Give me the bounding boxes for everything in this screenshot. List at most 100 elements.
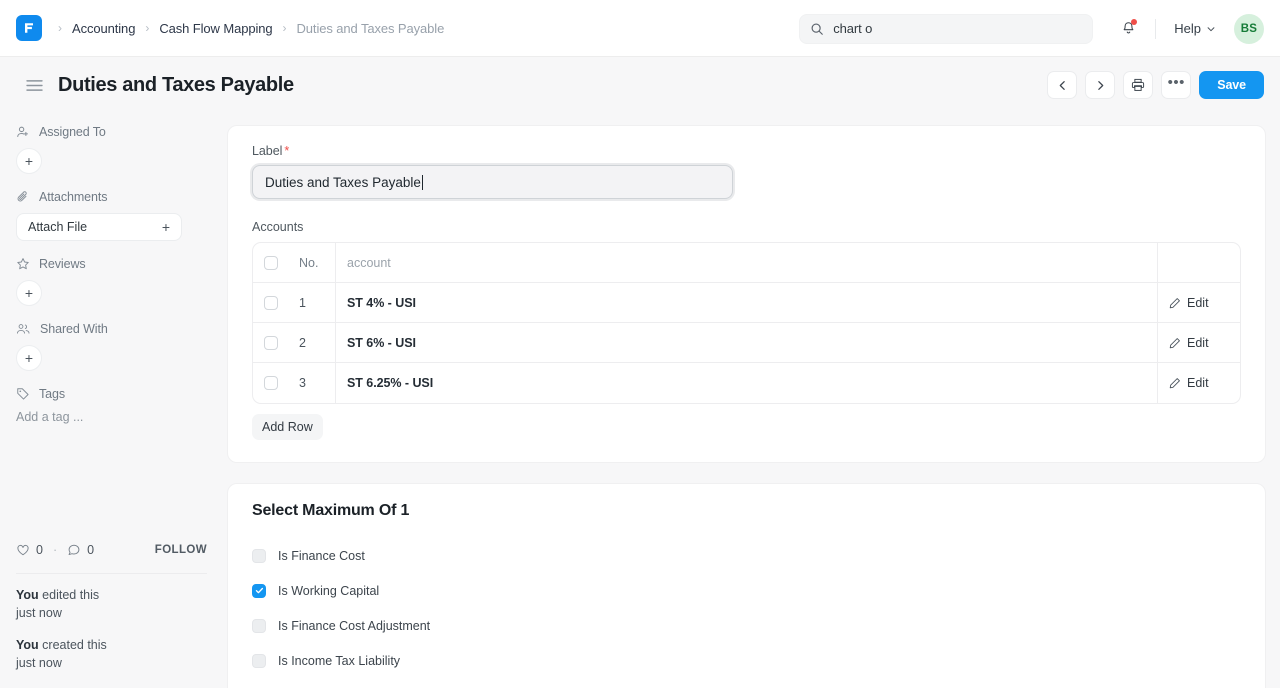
checkbox-is-working-capital[interactable] xyxy=(252,584,266,598)
sidebar-section-tags: Tags Add a tag ... xyxy=(16,387,227,424)
help-label: Help xyxy=(1174,21,1201,36)
notifications-button[interactable] xyxy=(1113,14,1143,44)
accounts-table: No. account 1 xyxy=(252,242,1241,404)
checkbox-label: Is Income Tax Liability xyxy=(278,654,400,668)
next-document-button[interactable] xyxy=(1085,71,1115,99)
row-checkbox[interactable] xyxy=(264,376,278,390)
paperclip-icon xyxy=(16,190,30,204)
sidebar-section-shared-with: Shared With + xyxy=(16,322,227,371)
comment-icon[interactable] xyxy=(67,543,81,557)
chevron-left-icon xyxy=(1057,80,1068,91)
checkbox-row-is-working-capital[interactable]: Is Working Capital xyxy=(252,573,1241,608)
column-header-no: No. xyxy=(288,243,336,283)
edit-row-button[interactable]: Edit xyxy=(1169,336,1229,350)
row-account-value: ST 6.25% - USI xyxy=(347,376,433,390)
more-options-label: ••• xyxy=(1168,75,1185,95)
row-number: 2 xyxy=(299,336,306,350)
help-menu[interactable]: Help xyxy=(1168,17,1222,40)
search-icon xyxy=(810,22,824,36)
chevron-right-icon xyxy=(1095,80,1106,91)
row-edit-cell: Edit xyxy=(1158,283,1240,323)
follow-button[interactable]: FOLLOW xyxy=(155,544,207,556)
save-button[interactable]: Save xyxy=(1199,71,1264,99)
search-input[interactable]: chart o xyxy=(799,14,1093,44)
hamburger-menu-icon[interactable] xyxy=(24,75,44,95)
like-count: 0 xyxy=(36,543,43,557)
top-navbar: › Accounting › Cash Flow Mapping › Dutie… xyxy=(0,0,1280,57)
row-select-cell xyxy=(253,363,288,403)
sidebar-footer-stats: 0 · 0 FOLLOW xyxy=(16,535,207,565)
add-tag-input[interactable]: Add a tag ... xyxy=(16,410,227,424)
comment-count: 0 xyxy=(87,543,94,557)
checkbox-is-finance-cost[interactable] xyxy=(252,549,266,563)
pencil-icon xyxy=(1169,297,1181,309)
breadcrumb-item-cash-flow-mapping[interactable]: Cash Flow Mapping xyxy=(159,21,272,36)
row-checkbox[interactable] xyxy=(264,336,278,350)
add-share-button[interactable]: + xyxy=(16,345,42,371)
accounts-card: Label* Duties and Taxes Payable Accounts… xyxy=(227,125,1266,463)
sidebar-section-header: Attachments xyxy=(16,190,227,204)
column-header-actions xyxy=(1158,243,1240,283)
notification-badge-dot xyxy=(1131,19,1137,25)
select-all-checkbox[interactable] xyxy=(264,256,278,270)
check-icon xyxy=(255,586,264,595)
row-account-cell[interactable]: ST 6% - USI xyxy=(336,323,1158,363)
table-row[interactable]: 3 ST 6.25% - USI Edit xyxy=(253,363,1240,403)
heart-icon[interactable] xyxy=(16,543,30,557)
sidebar-section-header: Tags xyxy=(16,387,227,401)
printer-icon xyxy=(1131,78,1145,92)
row-select-cell xyxy=(253,323,288,363)
attach-file-label: Attach File xyxy=(28,220,87,234)
column-header-account[interactable]: account xyxy=(336,243,1158,283)
row-number-cell: 2 xyxy=(288,323,336,363)
checkbox-row-is-finance-cost[interactable]: Is Finance Cost xyxy=(252,538,1241,573)
table-row[interactable]: 2 ST 6% - USI Edit xyxy=(253,323,1240,363)
page-title: Duties and Taxes Payable xyxy=(58,74,294,97)
chevron-down-icon xyxy=(1206,24,1216,34)
required-marker: * xyxy=(284,144,289,158)
edit-row-button[interactable]: Edit xyxy=(1169,296,1229,310)
edit-row-label: Edit xyxy=(1187,376,1209,390)
row-number: 3 xyxy=(299,376,306,390)
sidebar-section-attachments: Attachments Attach File + xyxy=(16,190,227,241)
form-area: Label* Duties and Taxes Payable Accounts… xyxy=(227,113,1280,688)
attach-file-button[interactable]: Attach File + xyxy=(16,213,182,241)
breadcrumb-item-accounting[interactable]: Accounting xyxy=(72,21,135,36)
row-edit-cell: Edit xyxy=(1158,323,1240,363)
label-field-label: Label* xyxy=(252,144,1241,158)
sidebar-section-assigned-to: Assigned To + xyxy=(16,125,227,174)
avatar[interactable]: BS xyxy=(1234,14,1264,44)
previous-document-button[interactable] xyxy=(1047,71,1077,99)
checkbox-row-is-finance-cost-adjustment[interactable]: Is Finance Cost Adjustment xyxy=(252,608,1241,643)
table-row[interactable]: 1 ST 4% - USI Edit xyxy=(253,283,1240,323)
checkbox-is-finance-cost-adjustment[interactable] xyxy=(252,619,266,633)
frappe-logo-icon[interactable] xyxy=(16,15,42,41)
star-icon xyxy=(16,257,30,271)
sidebar-footer: 0 · 0 FOLLOW You edited this just now Yo… xyxy=(16,535,207,688)
table-header-row: No. account xyxy=(253,243,1240,283)
print-button[interactable] xyxy=(1123,71,1153,99)
page-actions: ••• Save xyxy=(1047,57,1264,113)
row-account-value: ST 6% - USI xyxy=(347,336,416,350)
label-input[interactable]: Duties and Taxes Payable xyxy=(252,165,733,199)
checkbox-label: Is Working Capital xyxy=(278,584,379,598)
add-assignment-button[interactable]: + xyxy=(16,148,42,174)
row-select-cell xyxy=(253,283,288,323)
more-options-button[interactable]: ••• xyxy=(1161,71,1191,99)
add-review-button[interactable]: + xyxy=(16,280,42,306)
row-account-cell[interactable]: ST 6.25% - USI xyxy=(336,363,1158,403)
breadcrumb-separator: › xyxy=(283,21,287,35)
checkbox-label: Is Finance Cost xyxy=(278,549,365,563)
page-body: Assigned To + Attachments Attach File + xyxy=(0,113,1280,688)
column-header-account-label: account xyxy=(347,256,391,270)
checkbox-row-is-income-tax-liability[interactable]: Is Income Tax Liability xyxy=(252,643,1241,678)
row-number-cell: 1 xyxy=(288,283,336,323)
add-row-button[interactable]: Add Row xyxy=(252,414,323,440)
row-account-cell[interactable]: ST 4% - USI xyxy=(336,283,1158,323)
row-checkbox[interactable] xyxy=(264,296,278,310)
edit-row-button[interactable]: Edit xyxy=(1169,376,1229,390)
activity-actor: You xyxy=(16,588,39,602)
checkbox-is-income-tax-liability[interactable] xyxy=(252,654,266,668)
text-cursor xyxy=(422,175,423,190)
tag-icon xyxy=(16,387,30,401)
